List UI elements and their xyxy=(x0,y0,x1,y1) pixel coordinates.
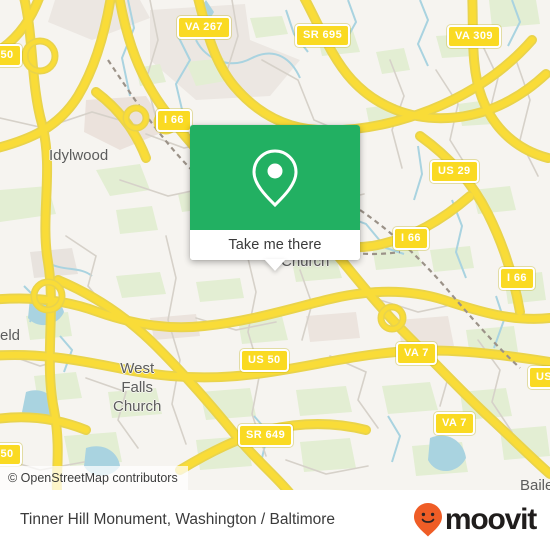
road-shield-650-south[interactable]: 650 xyxy=(0,443,22,466)
road-shield-650-north[interactable]: 650 xyxy=(0,44,22,67)
location-popup-card[interactable]: Take me there xyxy=(190,125,360,271)
location-title: Tinner Hill Monument, Washington / Balti… xyxy=(20,511,336,528)
road-shield-sr-649[interactable]: SR 649 xyxy=(238,424,294,447)
road-shield-sr-695[interactable]: SR 695 xyxy=(295,24,351,47)
moovit-map-screenshot: Idylwood Church eld West Falls Church Ba… xyxy=(0,0,550,550)
map-canvas[interactable]: Idylwood Church eld West Falls Church Ba… xyxy=(0,0,550,490)
road-shield-va-7-south[interactable]: VA 7 xyxy=(434,412,475,435)
road-shield-us-50[interactable]: US 50 xyxy=(240,349,289,372)
road-shield-va-267[interactable]: VA 267 xyxy=(177,16,231,39)
road-shield-us-29[interactable]: US 29 xyxy=(430,160,479,183)
moovit-smiley-pin-icon xyxy=(413,503,442,537)
road-shield-i-66-mid[interactable]: I 66 xyxy=(393,227,429,250)
road-shield-i-66-west[interactable]: I 66 xyxy=(156,109,192,132)
road-shield-va-309[interactable]: VA 309 xyxy=(447,25,501,48)
road-shield-us-east[interactable]: US xyxy=(528,366,550,389)
road-shield-va-7-north[interactable]: VA 7 xyxy=(396,342,437,365)
map-pin-icon xyxy=(252,148,298,207)
road-shield-i-66-east[interactable]: I 66 xyxy=(499,267,535,290)
footer-bar: Tinner Hill Monument, Washington / Balti… xyxy=(0,490,550,550)
moovit-wordmark: moovit xyxy=(444,503,537,536)
popup-hero xyxy=(190,125,360,230)
osm-attribution[interactable]: © OpenStreetMap contributors xyxy=(0,466,188,490)
take-me-there-button[interactable]: Take me there xyxy=(190,230,360,260)
moovit-logo[interactable]: moovit xyxy=(413,502,537,538)
popup-pointer xyxy=(264,259,286,271)
